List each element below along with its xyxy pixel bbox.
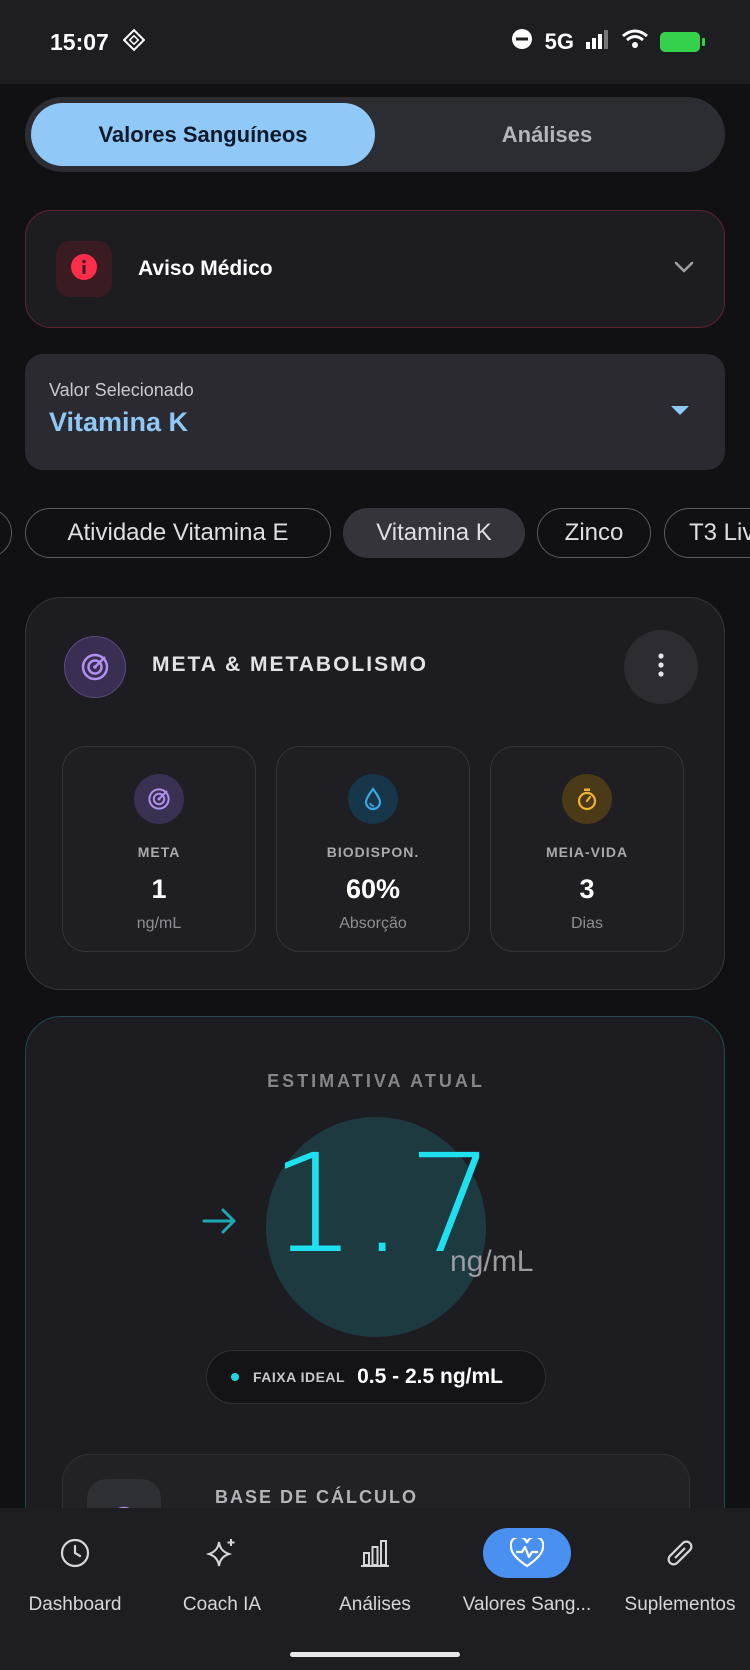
notice-icon-container (56, 241, 112, 297)
stat-label: META (137, 844, 181, 860)
dropdown-caret-icon (671, 406, 689, 415)
status-dot (231, 1373, 239, 1381)
stat-meia-vida: MEIA-VIDA 3 Dias (490, 746, 684, 952)
nav-label: Análises (339, 1594, 411, 1615)
status-bar: 15:07 5G (0, 0, 750, 84)
tab-analises[interactable]: Análises (375, 103, 719, 166)
stat-value: 3 (579, 874, 595, 904)
stat-label: MEIA-VIDA (545, 844, 629, 860)
stat-label: BIODISPON. (326, 844, 420, 860)
meta-metabolism-card: META & METABOLISMO META 1 ng/mL BIODISPO… (25, 597, 725, 990)
stopwatch-icon (562, 774, 612, 824)
estimate-label: ESTIMATIVA ATUAL (267, 1071, 485, 1091)
notice-title: Aviso Médico (138, 257, 273, 280)
chip-vitamina-k[interactable]: Vitamina K (343, 508, 525, 558)
bottom-navigation: Dashboard Coach IA Análises Valores Sang… (0, 1508, 750, 1670)
droplet-icon (348, 774, 398, 824)
stat-biodisponibilidade: BIODISPON. 60% Absorção (276, 746, 470, 952)
bar-chart-icon (331, 1528, 419, 1578)
more-options-button[interactable] (624, 630, 698, 704)
selector-label: Valor Selecionado (49, 380, 194, 400)
sparkles-icon (178, 1528, 266, 1578)
target-icon (134, 774, 184, 824)
nav-analises[interactable]: Análises (300, 1528, 450, 1616)
clock-icon (31, 1528, 119, 1578)
nav-dashboard[interactable]: Dashboard (0, 1528, 150, 1616)
stat-meta: META 1 ng/mL (62, 746, 256, 952)
chip-atividade-vitamina-e[interactable]: Atividade Vitamina E (25, 508, 331, 558)
info-icon (71, 253, 97, 285)
medical-notice[interactable]: Aviso Médico (25, 210, 725, 328)
signal-icon (586, 29, 610, 55)
pill-icon (636, 1528, 724, 1578)
chevron-down-icon[interactable] (674, 260, 694, 278)
nav-label: Valores Sang... (462, 1594, 592, 1615)
status-time: 15:07 (50, 28, 109, 55)
value-selector[interactable]: Valor Selecionado Vitamina K (25, 354, 725, 470)
tab-valores-sanguineos[interactable]: Valores Sanguíneos (31, 103, 375, 166)
stat-unit: Dias (570, 915, 603, 932)
nav-label: Dashboard (28, 1594, 122, 1615)
card-title: META & METABOLISMO (152, 653, 428, 676)
stat-unit: ng/mL (136, 915, 182, 932)
battery-icon (660, 32, 705, 52)
nav-label: Coach IA (182, 1594, 262, 1615)
stat-value: 60% (345, 874, 401, 904)
chip-t3-livre[interactable]: T3 Livre (664, 508, 750, 558)
chip-previous[interactable] (0, 508, 12, 558)
estimate-unit: ng/mL (450, 1245, 534, 1278)
home-indicator[interactable] (290, 1652, 460, 1657)
ideal-range-label: FAIXA IDEAL (253, 1369, 346, 1385)
arrow-right-icon (202, 1207, 238, 1240)
ideal-range-value: 0.5 - 2.5 ng/mL (357, 1365, 503, 1388)
heart-pulse-icon (483, 1528, 571, 1578)
nav-suplementos[interactable]: Suplementos (605, 1528, 750, 1616)
chip-zinco[interactable]: Zinco (537, 508, 651, 558)
target-icon (64, 636, 126, 698)
value-chip-list: Atividade Vitamina E Vitamina K Zinco T3… (0, 508, 750, 560)
nfc-icon (122, 28, 146, 56)
nav-label: Suplementos (624, 1594, 736, 1615)
calculation-basis-title: BASE DE CÁLCULO (215, 1487, 419, 1507)
wifi-icon (622, 29, 648, 55)
dnd-icon (511, 28, 533, 56)
network-label: 5G (544, 29, 574, 54)
stat-unit: Absorção (339, 915, 407, 932)
ideal-range-badge: FAIXA IDEAL 0.5 - 2.5 ng/mL (206, 1350, 546, 1404)
nav-coach-ia[interactable]: Coach IA (147, 1528, 297, 1616)
nav-valores-sanguineos[interactable]: Valores Sang... (452, 1528, 602, 1616)
selector-value: Vitamina K (49, 407, 189, 437)
stat-value: 1 (151, 874, 167, 904)
more-vertical-icon (658, 652, 664, 682)
tab-bar: Valores Sanguíneos Análises (25, 97, 725, 172)
